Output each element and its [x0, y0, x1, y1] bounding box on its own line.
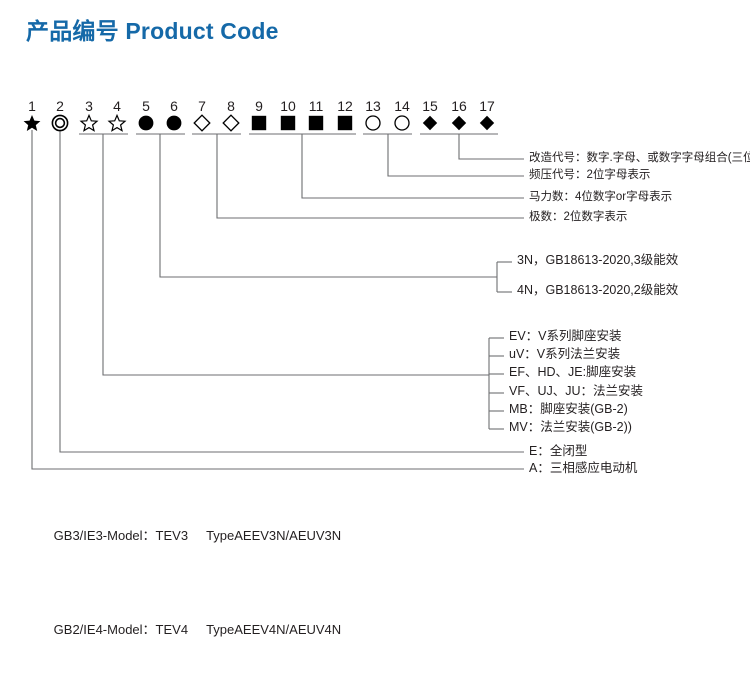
footer-model-legend: GB3/IE3-Model：TEV3 TypeAEEV3N/AEUV3N GB2/…	[32, 470, 342, 696]
callout-voltage-code: 频压代号：2位字母表示	[529, 169, 651, 181]
filled-diamond-icon	[420, 113, 440, 133]
open-circle-icon	[363, 113, 383, 133]
position-number-10: 10	[280, 98, 296, 114]
filled-square-icon	[278, 113, 298, 133]
position-number-4: 4	[113, 98, 121, 114]
filled-diamond-icon	[477, 113, 497, 133]
footer-row1-type: TypeAEEV3N/AEUV3N	[206, 527, 342, 543]
filled-circle-icon	[136, 113, 156, 133]
callout-motor-type: A：三相感应电动机	[529, 461, 638, 475]
position-number-17: 17	[479, 98, 495, 114]
filled-diamond-icon	[449, 113, 469, 133]
open-diamond-icon	[192, 113, 212, 133]
position-number-14: 14	[394, 98, 410, 114]
mounting-item-uv: uV：V系列法兰安装	[509, 347, 621, 361]
footer-row-1: GB3/IE3-Model：TEV3 TypeAEEV3N/AEUV3N	[32, 508, 342, 565]
position-number-12: 12	[337, 98, 353, 114]
footer-row1-standard: GB3/IE3-Model：TEV3	[53, 527, 189, 543]
double-circle-icon	[50, 113, 70, 133]
open-star-icon	[79, 113, 99, 133]
callout-horsepower: 马力数：4位数字or字母表示	[529, 191, 673, 203]
callout-enclosure: E：全闭型	[529, 444, 588, 458]
position-number-6: 6	[170, 98, 178, 114]
position-number-5: 5	[142, 98, 150, 114]
efficiency-item-4n: 4N，GB18613-2020,2级能效	[517, 283, 679, 297]
filled-square-icon	[306, 113, 326, 133]
filled-square-icon	[335, 113, 355, 133]
position-number-2: 2	[56, 98, 64, 114]
mounting-item-mb: MB：脚座安装(GB-2)	[509, 402, 628, 416]
open-diamond-icon	[221, 113, 241, 133]
mounting-item-ef: EF、HD、JE:脚座安装	[509, 365, 637, 379]
mounting-item-vf: VF、UJ、JU：法兰安装	[509, 384, 644, 398]
position-number-8: 8	[227, 98, 235, 114]
filled-star-icon	[22, 113, 42, 133]
footer-row2-standard: GB2/IE4-Model：TEV4	[53, 621, 189, 637]
footer-row2-type: TypeAEEV4N/AEUV4N	[206, 621, 342, 637]
position-number-11: 11	[308, 98, 324, 114]
open-star-icon	[107, 113, 127, 133]
position-number-9: 9	[255, 98, 263, 114]
position-number-16: 16	[451, 98, 467, 114]
open-circle-icon	[392, 113, 412, 133]
position-number-13: 13	[365, 98, 381, 114]
position-number-1: 1	[28, 98, 36, 114]
mounting-item-mv: MV：法兰安装(GB-2))	[509, 420, 632, 434]
filled-circle-icon	[164, 113, 184, 133]
mounting-item-ev: EV：V系列脚座安装	[509, 329, 622, 343]
filled-square-icon	[249, 113, 269, 133]
callout-modification-code: 改造代号：数字.字母、或数字字母组合(三位)	[529, 152, 750, 164]
footer-row-2: GB2/IE4-Model：TEV4 TypeAEEV4N/AEUV4N	[32, 602, 342, 659]
position-number-7: 7	[198, 98, 206, 114]
efficiency-item-3n: 3N，GB18613-2020,3级能效	[517, 253, 679, 267]
callout-poles: 极数：2位数字表示	[529, 211, 628, 223]
position-number-15: 15	[422, 98, 438, 114]
position-number-3: 3	[85, 98, 93, 114]
